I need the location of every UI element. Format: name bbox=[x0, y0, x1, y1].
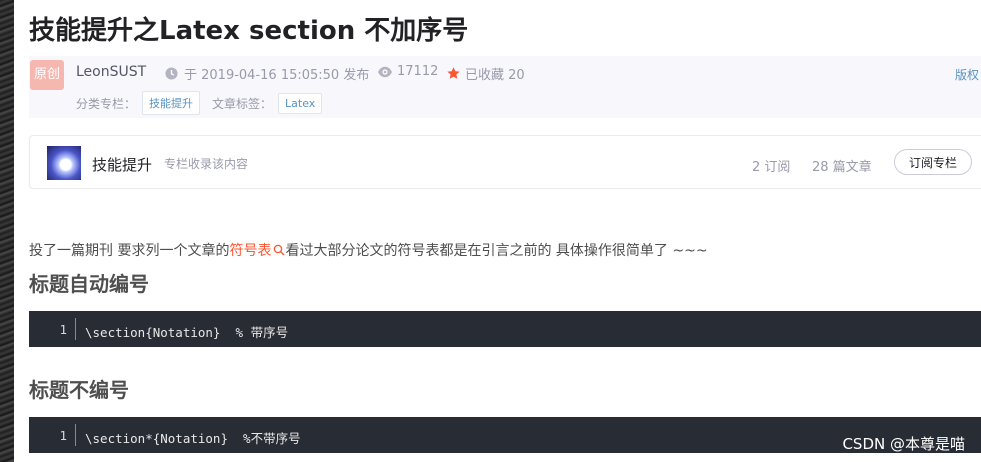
column-card: 技能提升 专栏收录该内容 2 订阅 28 篇文章 订阅专栏 bbox=[29, 135, 981, 189]
search-icon bbox=[274, 244, 285, 256]
favorite-text: 已收藏 20 bbox=[465, 68, 525, 83]
column-description: 专栏收录该内容 bbox=[164, 157, 249, 171]
line-separator bbox=[75, 424, 76, 446]
article: 技能提升之Latex section 不加序号 原创 LeonSUST 于 20… bbox=[29, 0, 981, 462]
publish-time: 于 2019-04-16 15:05:50 发布 bbox=[165, 64, 369, 83]
column-name[interactable]: 技能提升 bbox=[92, 154, 152, 175]
column-thumbnail[interactable] bbox=[47, 146, 81, 180]
view-count: 17112 bbox=[377, 64, 438, 79]
article-meta: 原创 LeonSUST 于 2019-04-16 15:05:50 发布 171… bbox=[29, 56, 981, 118]
article-tag[interactable]: Latex bbox=[278, 92, 323, 114]
code-line: \section{Notation} % 带序号 bbox=[85, 325, 289, 340]
code-block[interactable]: 1 \section{Notation} % 带序号 bbox=[29, 311, 981, 347]
category-tag[interactable]: 技能提升 bbox=[142, 91, 201, 115]
favorite-status[interactable]: 已收藏 20 bbox=[446, 64, 525, 83]
code-block[interactable]: 1 \section*{Notation} %不带序号 bbox=[29, 417, 981, 453]
article-count: 28 篇文章 bbox=[812, 160, 872, 175]
keyword-text: 符号表 bbox=[229, 243, 272, 259]
clock-icon bbox=[165, 67, 178, 80]
heading-auto-numbering: 标题自动编号 bbox=[29, 272, 149, 296]
subscriber-count: 2 订阅 bbox=[752, 160, 791, 175]
intro-text-before: 投了一篇期刊 要求列一个文章的 bbox=[29, 243, 230, 259]
intro-text-after: 看过大部分论文的符号表都是在引言之前的 具体操作很简单了 ~~~ bbox=[285, 243, 708, 259]
article-title: 技能提升之Latex section 不加序号 bbox=[29, 16, 469, 46]
line-number: 1 bbox=[59, 428, 67, 443]
tag-row: 分类专栏： 技能提升 文章标签： Latex bbox=[76, 91, 334, 115]
author-link[interactable]: LeonSUST bbox=[76, 64, 146, 80]
line-number: 1 bbox=[59, 322, 67, 337]
original-badge: 原创 bbox=[30, 60, 64, 90]
code-line: \section*{Notation} %不带序号 bbox=[85, 431, 301, 446]
intro-paragraph: 投了一篇期刊 要求列一个文章的 符号表 看过大部分论文的符号表都是在引言之前的 … bbox=[29, 240, 708, 260]
publish-time-text: 于 2019-04-16 15:05:50 发布 bbox=[184, 68, 370, 83]
view-count-text: 17112 bbox=[397, 64, 439, 79]
line-separator bbox=[75, 318, 76, 340]
watermark: CSDN @本尊是喵 bbox=[842, 435, 965, 453]
tags-label: 文章标签： bbox=[212, 96, 273, 111]
category-label: 分类专栏： bbox=[76, 96, 137, 111]
eye-icon bbox=[378, 66, 392, 77]
star-icon bbox=[447, 67, 460, 79]
keyword-link[interactable]: 符号表 bbox=[229, 240, 285, 260]
left-edge-background bbox=[0, 0, 14, 462]
subscribe-column-button[interactable]: 订阅专栏 bbox=[894, 149, 972, 175]
copyright-link[interactable]: 版权 bbox=[955, 66, 979, 83]
heading-no-numbering: 标题不编号 bbox=[29, 378, 129, 402]
